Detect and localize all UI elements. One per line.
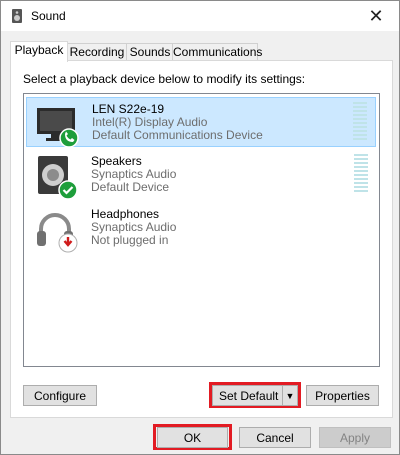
- tab-sounds[interactable]: Sounds: [126, 43, 174, 61]
- tab-recording[interactable]: Recording: [66, 43, 128, 61]
- device-status: Default Device: [91, 180, 170, 194]
- tab-communications[interactable]: Communications: [172, 43, 262, 61]
- device-list[interactable]: LEN S22e-19 Intel(R) Display Audio Defau…: [23, 93, 380, 367]
- device-item-headphones[interactable]: Headphones Synaptics Audio Not plugged i…: [26, 203, 376, 253]
- device-name: LEN S22e-19: [92, 102, 165, 116]
- ok-button[interactable]: OK: [157, 427, 228, 448]
- configure-button[interactable]: Configure: [23, 385, 97, 406]
- device-driver: Synaptics Audio: [91, 167, 177, 181]
- device-driver: Synaptics Audio: [91, 220, 177, 234]
- device-item-speakers[interactable]: Speakers Synaptics Audio Default Device: [26, 150, 376, 200]
- instructions-label: Select a playback device below to modify…: [23, 72, 306, 86]
- close-button[interactable]: ✕: [353, 1, 399, 31]
- unplugged-badge-icon: [58, 233, 78, 253]
- volume-level-meter: [353, 102, 367, 142]
- speaker-icon: [12, 9, 22, 23]
- speaker-icon: [38, 156, 78, 200]
- phone-badge-icon: [59, 128, 79, 148]
- device-name: Speakers: [91, 154, 142, 168]
- volume-level-meter: [354, 154, 368, 194]
- device-status: Default Communications Device: [92, 128, 263, 142]
- title-bar: Sound ✕: [1, 1, 399, 31]
- dropdown-arrow-icon[interactable]: ▼: [282, 386, 297, 405]
- sound-dialog: Sound ✕ Playback Recording Sounds Commun…: [0, 0, 400, 455]
- device-name: Headphones: [91, 207, 160, 221]
- properties-button[interactable]: Properties: [306, 385, 379, 406]
- cancel-button[interactable]: Cancel: [239, 427, 311, 448]
- monitor-icon: [37, 108, 79, 148]
- tab-playback[interactable]: Playback: [10, 41, 68, 62]
- device-driver: Intel(R) Display Audio: [92, 115, 208, 129]
- set-default-label: Set Default: [219, 388, 279, 403]
- headphones-icon: [37, 213, 78, 253]
- set-default-button[interactable]: Set Default ▼: [212, 385, 298, 406]
- window-title: Sound: [31, 9, 66, 23]
- device-status: Not plugged in: [91, 233, 169, 247]
- apply-button[interactable]: Apply: [319, 427, 391, 448]
- device-item-len-s22e-19[interactable]: LEN S22e-19 Intel(R) Display Audio Defau…: [26, 97, 376, 148]
- check-badge-icon: [58, 180, 78, 200]
